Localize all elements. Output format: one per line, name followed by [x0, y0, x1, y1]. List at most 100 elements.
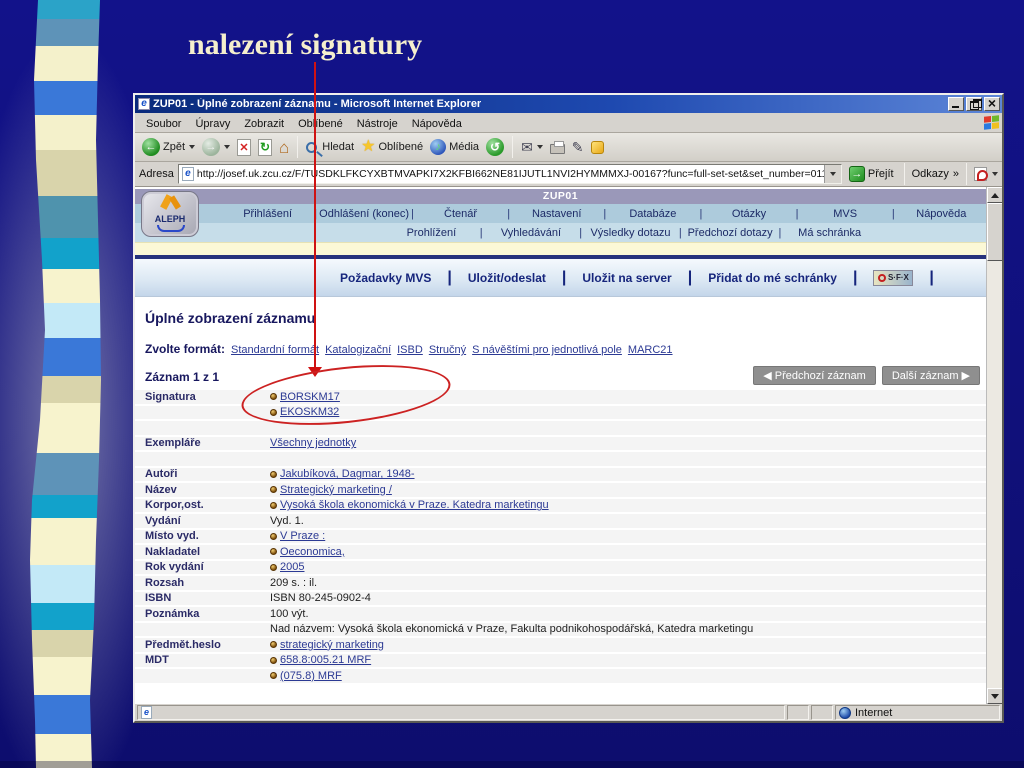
record-value-link[interactable]: Strategický marketing /: [280, 484, 392, 496]
back-label: Zpět: [163, 141, 186, 153]
arrow-up-icon: [991, 192, 999, 198]
refresh-button[interactable]: ↻: [256, 138, 274, 157]
format-link-5[interactable]: S návěštími pro jednotlivá pole: [472, 344, 622, 356]
ribbon-stripe: [30, 403, 101, 453]
scroll-down-button[interactable]: [987, 688, 1002, 704]
ribbon-stripe: [30, 495, 101, 518]
acrobat-icon[interactable]: [974, 167, 988, 181]
nav-item-8[interactable]: Nápověda: [897, 208, 986, 220]
nav-item-2[interactable]: Vyhledávání: [485, 227, 578, 239]
menu-item-pravy[interactable]: Úpravy: [188, 116, 237, 132]
status-zone-segment: Internet: [835, 705, 1000, 720]
aleph-yellow-strip: [135, 242, 986, 255]
scroll-up-button[interactable]: [987, 187, 1002, 203]
function-bar-separator: |: [687, 268, 693, 286]
status-page-icon: e: [141, 706, 152, 719]
next-record-button[interactable]: Další záznam ▶: [881, 366, 980, 385]
nav-item-3[interactable]: Čtenář: [416, 208, 505, 220]
aleph-logo[interactable]: ALEPH: [141, 191, 199, 237]
window-titlebar[interactable]: e ZUP01 - Úplné zobrazení záznamu - Micr…: [135, 95, 1002, 113]
messenger-button[interactable]: [589, 140, 606, 155]
back-dropdown-icon[interactable]: [189, 145, 196, 149]
record-value-link[interactable]: V Praze :: [280, 530, 325, 542]
record-value-text: Vyd. 1.: [270, 514, 304, 527]
nav-item-5[interactable]: Databáze: [608, 208, 697, 220]
record-value-link[interactable]: 2005: [280, 561, 304, 573]
links-label[interactable]: Odkazy: [912, 168, 949, 180]
format-link-6[interactable]: MARC21: [628, 344, 673, 356]
record-field-value: (075.8) MRF: [270, 670, 342, 682]
vertical-scrollbar[interactable]: [986, 187, 1002, 704]
restore-button[interactable]: [966, 97, 982, 111]
edit-button[interactable]: ✎: [570, 139, 586, 155]
function-bar-separator: |: [447, 268, 452, 286]
forward-button[interactable]: →: [200, 137, 232, 157]
bullet-icon: [270, 470, 277, 478]
mail-button[interactable]: ✉: [519, 139, 545, 155]
format-link-3[interactable]: ISBD: [397, 344, 423, 356]
record-value-link[interactable]: Všechny jednotky: [270, 437, 356, 449]
nav-item-1[interactable]: Prohlížení: [385, 227, 478, 239]
print-button[interactable]: [548, 139, 567, 155]
sfx-button[interactable]: S·F·X: [873, 269, 914, 286]
function-link-3[interactable]: Uložit na server: [582, 271, 671, 285]
menu-item-soubor[interactable]: Soubor: [139, 116, 188, 132]
record-field-label: Exempláře: [145, 437, 201, 450]
home-button[interactable]: ⌂: [277, 138, 291, 157]
links-chevron-icon[interactable]: »: [953, 168, 959, 180]
minimize-button[interactable]: [948, 97, 964, 111]
forward-dropdown-icon[interactable]: [224, 145, 231, 149]
search-button[interactable]: Hledat: [304, 140, 356, 154]
go-button[interactable]: → Přejít: [846, 165, 897, 183]
menu-item-nstroje[interactable]: Nástroje: [350, 116, 405, 132]
nav-item-2[interactable]: Odhlášení (konec): [319, 208, 409, 220]
close-button[interactable]: [984, 95, 1000, 111]
favorites-label: Oblíbené: [378, 141, 424, 153]
record-field-label: Místo vyd.: [145, 530, 199, 543]
record-value-link[interactable]: (075.8) MRF: [280, 670, 342, 682]
function-link-2[interactable]: Uložit/odeslat: [468, 271, 546, 285]
nav-item-3[interactable]: Výsledky dotazu: [584, 227, 677, 239]
nav-item-7[interactable]: MVS: [801, 208, 890, 220]
stop-button[interactable]: ✕: [235, 138, 253, 157]
record-value-link[interactable]: strategický marketing: [280, 639, 384, 651]
address-input[interactable]: e http://josef.uk.zcu.cz/F/TUSDKLFKCYXBT…: [177, 164, 842, 184]
record-value-link[interactable]: 658.8:005.21 MRF: [280, 654, 371, 666]
nav-item-6[interactable]: Otázky: [704, 208, 793, 220]
format-link-2[interactable]: Katalogizační: [325, 344, 391, 356]
ribbon-stripe: [30, 630, 101, 657]
aleph-database-bar: ZUP01: [135, 189, 986, 204]
ribbon-stripe: [30, 453, 101, 495]
record-field-label: MDT: [145, 654, 169, 667]
nav-item-4[interactable]: Předchozí dotazy: [684, 227, 777, 239]
function-link-1[interactable]: Požadavky MVS: [340, 271, 431, 285]
record-value-link[interactable]: Vysoká škola ekonomická v Praze. Katedra…: [280, 499, 549, 511]
favorites-button[interactable]: ★ Oblíbené: [359, 138, 425, 156]
nav-item-1[interactable]: Přihlášení: [223, 208, 312, 220]
back-button[interactable]: ← Zpět: [140, 137, 197, 157]
record-value-link[interactable]: Jakubíková, Dagmar, 1948-: [280, 468, 415, 480]
record-field-value: V Praze :: [270, 530, 325, 542]
ribbon-stripe: [30, 19, 101, 46]
format-link-4[interactable]: Stručný: [429, 344, 466, 356]
nav-item-5[interactable]: Má schránka: [783, 227, 876, 239]
address-dropdown-button[interactable]: [823, 165, 841, 183]
previous-record-button[interactable]: ◀ Předchozí záznam: [753, 366, 876, 385]
acrobat-dropdown-icon[interactable]: [992, 172, 998, 176]
menu-item-oblben[interactable]: Oblíbené: [291, 116, 350, 132]
format-link-1[interactable]: Standardní formát: [231, 344, 319, 356]
record-function-bar: Požadavky MVS | Uložit/odeslat | Uložit na s…: [135, 259, 986, 297]
menu-item-npovda[interactable]: Nápověda: [405, 116, 469, 132]
history-button[interactable]: ↺: [484, 137, 506, 157]
menu-item-zobrazit[interactable]: Zobrazit: [237, 116, 291, 132]
print-icon: [549, 141, 565, 154]
nav-item-4[interactable]: Nastavení: [512, 208, 601, 220]
scrollbar-thumb[interactable]: [987, 203, 1002, 261]
record-field-value: Strategický marketing /: [270, 484, 392, 496]
record-field-value: Nad názvem: Vysoká škola ekonomická v Pr…: [270, 623, 753, 635]
function-link-4[interactable]: Přidat do mé schránky: [708, 271, 837, 285]
media-button[interactable]: ♪ Média: [428, 138, 481, 156]
record-value-link[interactable]: Oeconomica,: [280, 546, 345, 558]
record-table: Signatura BORSKM17 EKOSKM32 Exempláře Všechn…: [135, 390, 986, 685]
mail-dropdown-icon[interactable]: [536, 145, 543, 149]
